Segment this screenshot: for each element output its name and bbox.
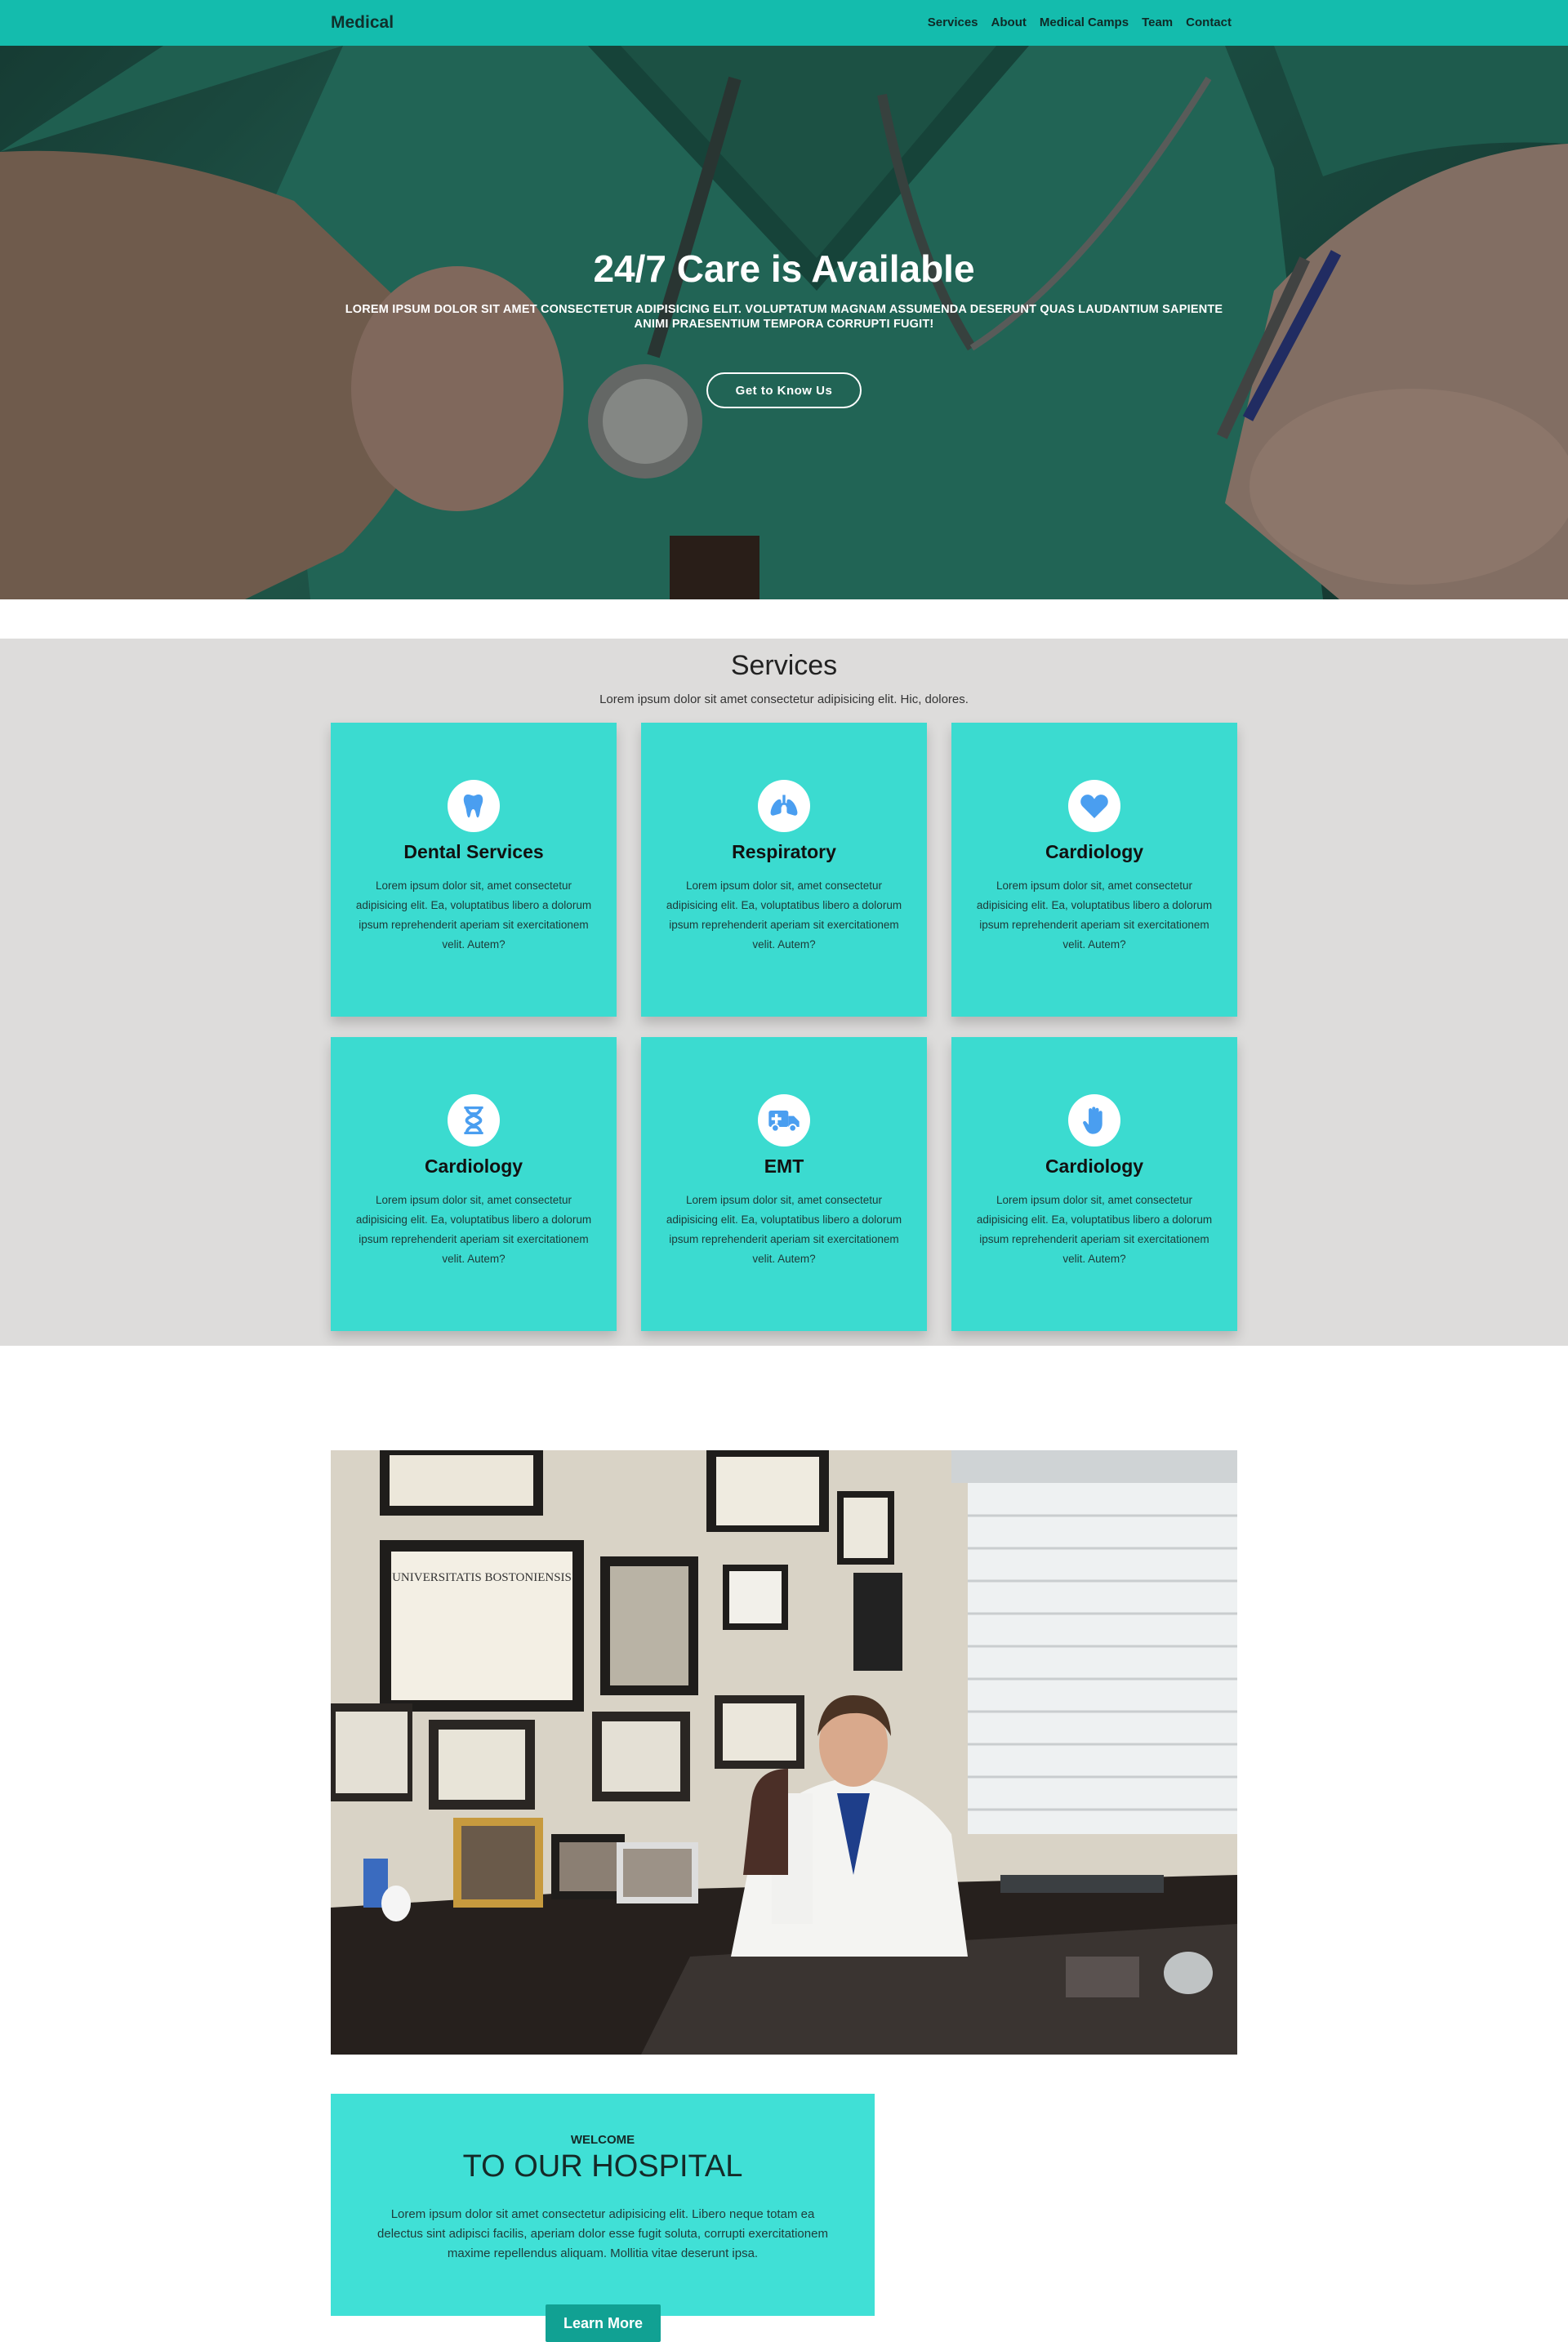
nav-link-about[interactable]: About xyxy=(991,16,1027,29)
doctor-office-image: UNIVERSITATIS BOSTONIENSIS xyxy=(331,1450,1237,2055)
card-text: Lorem ipsum dolor sit, amet consectetur … xyxy=(976,1194,1213,1265)
nav-link-contact[interactable]: Contact xyxy=(1186,16,1232,29)
welcome-text: Lorem ipsum dolor sit amet consectetur a… xyxy=(377,2207,828,2260)
service-card[interactable]: EMT Lorem ipsum dolor sit, amet consecte… xyxy=(641,1037,927,1331)
brand-logo[interactable]: Medical xyxy=(331,13,394,33)
nav-link-medical-camps[interactable]: Medical Camps xyxy=(1040,16,1129,29)
card-title: Cardiology xyxy=(1045,1155,1144,1177)
card-text: Lorem ipsum dolor sit, amet consectetur … xyxy=(666,879,902,951)
card-text: Lorem ipsum dolor sit, amet consectetur … xyxy=(976,879,1213,951)
diploma-text: UNIVERSITATIS BOSTONIENSIS xyxy=(392,1571,572,1584)
heart-icon xyxy=(1068,780,1120,832)
navbar: Medical Services About Medical Camps Tea… xyxy=(0,0,1568,46)
tooth-icon xyxy=(448,780,500,832)
nav-links: Services About Medical Camps Team Contac… xyxy=(928,16,1232,29)
dna-icon xyxy=(448,1094,500,1147)
services-section: Services Lorem ipsum dolor sit amet cons… xyxy=(0,639,1568,1346)
service-card[interactable]: Cardiology Lorem ipsum dolor sit, amet c… xyxy=(951,1037,1237,1331)
hero-title: 24/7 Care is Available xyxy=(593,247,975,290)
card-title: Cardiology xyxy=(424,1155,523,1177)
hand-icon xyxy=(1068,1094,1120,1147)
services-title: Services xyxy=(730,650,838,681)
service-card[interactable]: Cardiology Lorem ipsum dolor sit, amet c… xyxy=(331,1037,617,1331)
hero-section: 24/7 Care is Available LOREM IPSUM DOLOR… xyxy=(0,46,1568,599)
welcome-label: WELCOME xyxy=(570,2133,635,2147)
card-title: Cardiology xyxy=(1045,841,1144,862)
services-subtitle: Lorem ipsum dolor sit amet consectetur a… xyxy=(599,692,969,706)
card-title: EMT xyxy=(764,1155,804,1177)
card-text: Lorem ipsum dolor sit, amet consectetur … xyxy=(355,879,592,951)
doctor-office-illustration: UNIVERSITATIS BOSTONIENSIS xyxy=(331,1450,1237,2055)
service-card[interactable]: Respiratory Lorem ipsum dolor sit, amet … xyxy=(641,723,927,1017)
service-card[interactable]: Dental Services Lorem ipsum dolor sit, a… xyxy=(331,723,617,1017)
card-title: Dental Services xyxy=(403,841,544,862)
welcome-section: WELCOME TO OUR HOSPITAL Lorem ipsum dolo… xyxy=(331,2094,875,2316)
card-title: Respiratory xyxy=(732,841,836,862)
card-text: Lorem ipsum dolor sit, amet consectetur … xyxy=(355,1194,592,1265)
hero-subtitle: LOREM IPSUM DOLOR SIT AMET CONSECTETUR A… xyxy=(345,303,1223,331)
ambulance-icon xyxy=(758,1094,810,1147)
card-text: Lorem ipsum dolor sit, amet consectetur … xyxy=(666,1194,902,1265)
learn-more-button[interactable]: Learn More xyxy=(546,2304,661,2342)
welcome-title: TO OUR HOSPITAL xyxy=(462,2149,743,2184)
get-to-know-us-button[interactable]: Get to Know Us xyxy=(706,372,862,408)
nav-link-team[interactable]: Team xyxy=(1142,16,1173,29)
nav-link-services[interactable]: Services xyxy=(928,16,978,29)
service-card[interactable]: Cardiology Lorem ipsum dolor sit, amet c… xyxy=(951,723,1237,1017)
lungs-icon xyxy=(758,780,810,832)
